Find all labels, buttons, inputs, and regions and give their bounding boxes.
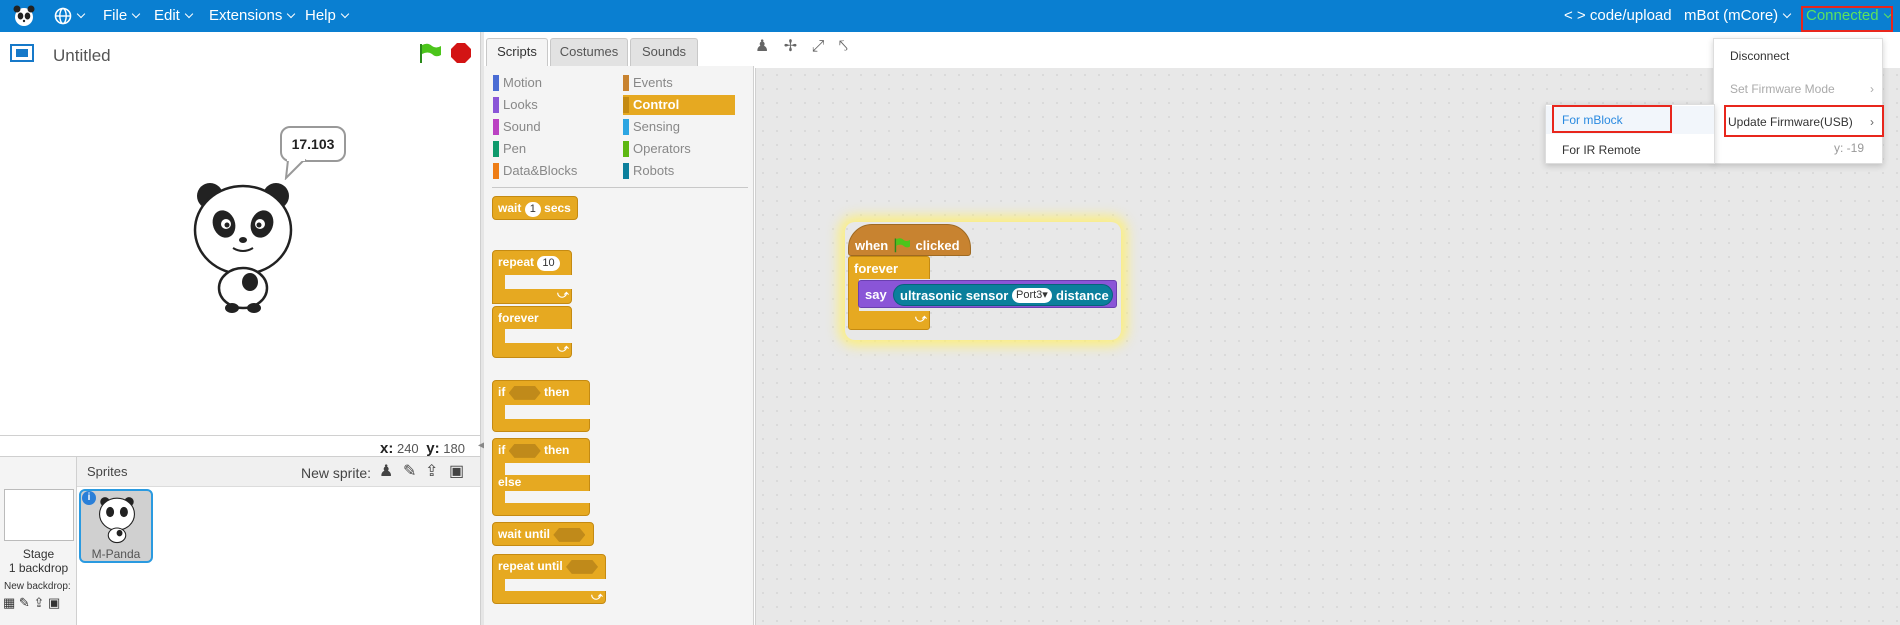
block-repeat-gap — [505, 275, 573, 289]
port-dropdown[interactable]: Port3▾ — [1012, 288, 1052, 303]
language-globe-icon[interactable] — [54, 0, 86, 32]
sprite-library-icon[interactable]: ♟ — [379, 461, 393, 481]
block-else-gap — [505, 491, 591, 503]
loop-arrow-icon: ⤻ — [591, 591, 603, 603]
sprite-thumbnail-m-panda[interactable]: i M-Panda — [79, 489, 153, 563]
menu-item-disconnect[interactable]: Disconnect — [1714, 42, 1789, 70]
connected-highlight-box — [1801, 6, 1893, 32]
menu-item-for-ir-remote[interactable]: For IR Remote — [1546, 136, 1641, 164]
update-firmware-highlight-box — [1724, 105, 1884, 137]
for-mblock-highlight-box — [1552, 105, 1672, 133]
fullscreen-icon[interactable] — [10, 44, 34, 65]
editor-tabs: Scripts Costumes Sounds — [484, 32, 754, 68]
category-data-blocks[interactable]: Data&Blocks — [493, 161, 605, 181]
stage-header: Untitled — [0, 32, 480, 74]
block-repeat-until-gap — [505, 579, 607, 591]
category-control[interactable]: Control — [623, 95, 735, 115]
menu-bar: File Edit Extensions Help < > code/uploa… — [0, 0, 1900, 32]
category-sensing[interactable]: Sensing — [623, 117, 735, 137]
x-label: x: — [380, 440, 394, 457]
backdrop-library-icon[interactable]: ▦ — [3, 595, 15, 610]
backdrop-upload-icon[interactable]: ⇪ — [33, 595, 44, 610]
sprite-tools: ♟ ✢ ⤢ ⤣ — [755, 36, 858, 56]
block-palette: Motion Looks Sound Pen Data&Blocks Event… — [484, 66, 754, 625]
sprites-pane: Stage 1 backdrop New backdrop: ▦ ✎ ⇪ ▣ S… — [0, 456, 480, 625]
new-backdrop-tools: ▦ ✎ ⇪ ▣ — [3, 595, 60, 611]
category-robots[interactable]: Robots — [623, 161, 735, 181]
block-say[interactable]: say ultrasonic sensor Port3▾ distance — [858, 280, 1117, 308]
sprites-header: Sprites New sprite: ♟ ✎ ⇪ ▣ — [77, 457, 480, 487]
stage-thumbnail[interactable] — [4, 489, 74, 541]
stage-canvas[interactable]: 17.103 — [0, 74, 480, 436]
code-upload-button[interactable]: < > code/upload — [1564, 0, 1672, 32]
loop-arrow-icon: ⤻ — [915, 313, 927, 325]
category-pen[interactable]: Pen — [493, 139, 605, 159]
block-forever[interactable]: forever ⤻ — [492, 306, 573, 358]
block-repeat[interactable]: repeat 10 ⤻ — [492, 250, 573, 304]
help-menu[interactable]: Help — [305, 0, 350, 32]
category-looks[interactable]: Looks — [493, 95, 605, 115]
mouse-coordinates: x: 240 y: 180 — [380, 440, 465, 457]
tab-scripts[interactable]: Scripts — [486, 38, 548, 66]
connect-dropdown-menu: Disconnect Set Firmware Mode › Update Fi… — [1713, 38, 1883, 164]
block-if-gap — [505, 463, 591, 475]
block-when-flag-clicked[interactable]: when clicked — [848, 224, 971, 256]
file-menu[interactable]: File — [103, 0, 141, 32]
block-ultrasonic-sensor[interactable]: ultrasonic sensor Port3▾ distance — [893, 284, 1113, 306]
loop-arrow-icon: ⤻ — [557, 289, 569, 301]
stop-icon[interactable] — [450, 42, 472, 67]
loop-arrow-icon: ⤻ — [557, 343, 569, 355]
new-sprite-label: New sprite: — [301, 465, 372, 481]
category-motion[interactable]: Motion — [493, 73, 605, 93]
mblock-logo-icon — [12, 4, 36, 28]
speech-bubble: 17.103 — [280, 126, 346, 162]
category-operators[interactable]: Operators — [623, 139, 735, 159]
speech-bubble-tail — [284, 158, 307, 180]
stage-label: Stage — [22, 547, 55, 561]
project-title[interactable]: Untitled — [53, 46, 111, 66]
backdrop-count: 1 backdrop — [8, 561, 69, 575]
sprite-camera-icon[interactable]: ▣ — [449, 461, 464, 481]
info-icon[interactable]: i — [82, 491, 96, 505]
green-flag-icon — [894, 238, 910, 253]
chevron-right-icon: › — [1870, 82, 1874, 96]
shrink-tool-icon[interactable]: ⤣ — [839, 38, 848, 55]
sprite-upload-icon[interactable]: ⇪ — [425, 461, 438, 481]
block-wait-until[interactable]: wait until — [492, 522, 594, 546]
menu-item-set-firmware-mode[interactable]: Set Firmware Mode › — [1714, 75, 1884, 103]
extensions-menu[interactable]: Extensions — [209, 0, 296, 32]
block-if-gap — [505, 405, 591, 419]
delete-tool-icon[interactable]: ✢ — [784, 38, 797, 55]
category-events[interactable]: Events — [623, 73, 735, 93]
tab-sounds[interactable]: Sounds — [630, 38, 698, 66]
panda-sprite[interactable] — [188, 178, 298, 314]
block-forever-gap — [505, 329, 573, 343]
sprites-title: Sprites — [87, 464, 128, 479]
y-label: y: — [426, 440, 440, 457]
y-readout: y: -19 — [1834, 141, 1865, 155]
tab-costumes[interactable]: Costumes — [550, 38, 628, 66]
category-divider — [492, 187, 748, 188]
block-if-then-else[interactable]: if then else — [492, 438, 591, 516]
board-menu[interactable]: mBot (mCore) — [1684, 0, 1792, 32]
block-if-then[interactable]: if then — [492, 380, 591, 432]
duplicate-tool-icon[interactable]: ♟ — [755, 38, 769, 55]
edit-menu[interactable]: Edit — [154, 0, 194, 32]
panda-thumbnail-icon — [99, 497, 135, 544]
speech-bubble-text: 17.103 — [291, 136, 335, 152]
new-backdrop-label: New backdrop: — [4, 581, 71, 592]
backdrop-camera-icon[interactable]: ▣ — [48, 595, 60, 610]
y-value: 180 — [443, 441, 465, 456]
sprite-paint-icon[interactable]: ✎ — [403, 461, 416, 481]
block-repeat-until[interactable]: repeat until ⤻ — [492, 554, 607, 604]
grow-tool-icon[interactable]: ⤢ — [812, 38, 825, 55]
block-wait-secs[interactable]: wait 1 secs — [492, 196, 578, 220]
sprite-name: M-Panda — [91, 547, 141, 561]
backdrop-paint-icon[interactable]: ✎ — [19, 595, 30, 610]
stage-thumbnail-column: Stage 1 backdrop New backdrop: ▦ ✎ ⇪ ▣ — [0, 457, 77, 625]
category-sound[interactable]: Sound — [493, 117, 605, 137]
green-flag-icon[interactable] — [418, 42, 442, 67]
x-value: 240 — [396, 441, 419, 456]
